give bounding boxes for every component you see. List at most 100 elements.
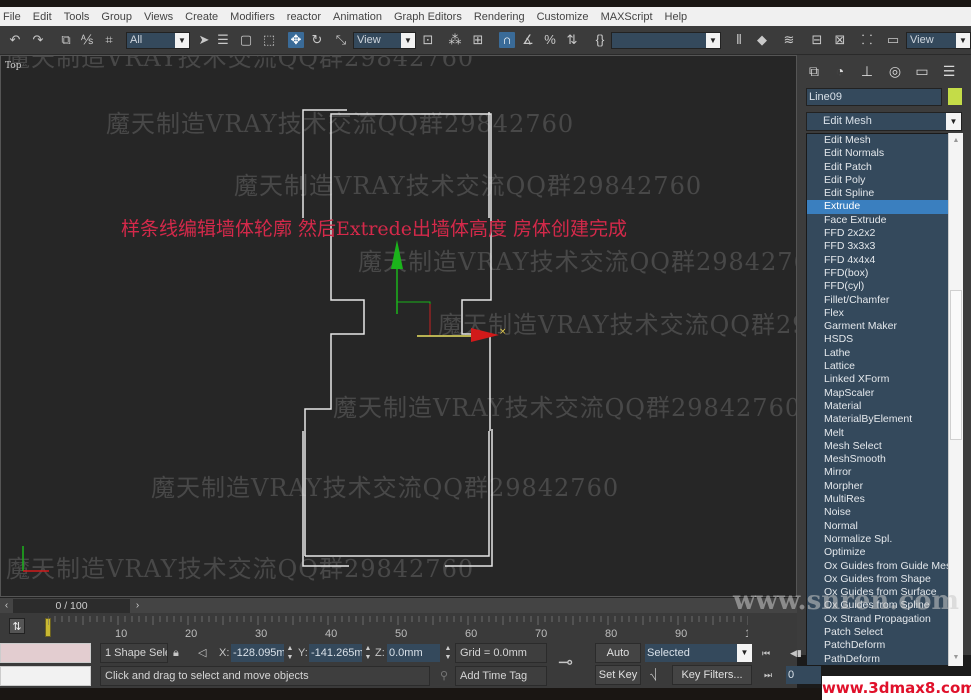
scroll-thumb[interactable]: [950, 290, 962, 440]
menu-maxscript[interactable]: MAXScript: [601, 11, 653, 23]
render-scene-icon[interactable]: ▭: [885, 32, 901, 48]
region-select-icon[interactable]: ▢: [238, 32, 254, 48]
align-icon[interactable]: ◆: [754, 32, 770, 48]
auto-key-button[interactable]: Auto Key: [595, 643, 641, 677]
create-tab-icon[interactable]: ⧉: [803, 61, 825, 81]
modifier-option[interactable]: Mirror: [807, 466, 962, 479]
track-bar[interactable]: ⇅ 10 20 30 40 50 60 70 80 90 100: [0, 613, 797, 641]
modifier-option[interactable]: Mesh Select: [807, 440, 962, 453]
reference-coord-dropdown[interactable]: View ▼: [353, 32, 416, 49]
hierarchy-tab-icon[interactable]: ⊥: [856, 61, 878, 81]
key-mode-dropdown[interactable]: Selected ▼: [645, 644, 752, 662]
object-color-swatch[interactable]: [948, 88, 962, 105]
menu-edit[interactable]: Edit: [33, 11, 52, 23]
modifier-list-dropdown[interactable]: Edit Mesh ▼: [806, 112, 962, 131]
modifier-option[interactable]: MapScaler: [807, 387, 962, 400]
time-slider[interactable]: ‹ 0 / 100 ›: [0, 597, 797, 613]
modifier-option[interactable]: FFD(box): [807, 267, 962, 280]
modifier-option[interactable]: Noise: [807, 506, 962, 519]
modifier-option[interactable]: FFD 3x3x3: [807, 240, 962, 253]
viewport-top[interactable]: Top 魔天制造VRAY技术交流QQ群29842760 魔天制造VRAY技术交流…: [0, 55, 797, 597]
modifier-option[interactable]: FFD 2x2x2: [807, 227, 962, 240]
unlink-icon[interactable]: ⅍: [79, 32, 95, 48]
modifier-option[interactable]: Edit Mesh: [807, 134, 962, 147]
modifier-option[interactable]: Flex: [807, 307, 962, 320]
menu-create[interactable]: Create: [185, 11, 218, 23]
edit-named-selection-icon[interactable]: {}: [592, 32, 608, 48]
absolute-mode-icon[interactable]: ◁: [198, 644, 206, 662]
modifier-option[interactable]: PatchDeform: [807, 639, 962, 652]
select-object-icon[interactable]: ➤: [196, 32, 212, 48]
modifier-option[interactable]: Face Extrude: [807, 214, 962, 227]
time-tag-icon[interactable]: ⚲: [440, 667, 448, 685]
selection-filter-dropdown[interactable]: All ▼: [126, 32, 190, 49]
modifier-option[interactable]: MeshSmooth: [807, 453, 962, 466]
menu-graph-editors[interactable]: Graph Editors: [394, 11, 462, 23]
modifier-option[interactable]: Linked XForm: [807, 373, 962, 386]
add-time-tag-button[interactable]: Add Time Tag: [455, 666, 547, 686]
set-key-mode-icon[interactable]: ⊸: [558, 653, 573, 671]
y-coordinate-field[interactable]: -141.265mi: [309, 644, 362, 662]
render-view-dropdown[interactable]: View ▼: [906, 32, 971, 49]
maxscript-listener-output[interactable]: [0, 666, 91, 686]
modifier-option[interactable]: Lathe: [807, 347, 962, 360]
maxscript-listener-input[interactable]: [0, 643, 91, 663]
menu-animation[interactable]: Animation: [333, 11, 382, 23]
modifier-option[interactable]: Optimize: [807, 546, 962, 559]
menu-tools[interactable]: Tools: [64, 11, 90, 23]
scroll-down-icon[interactable]: ▼: [949, 652, 963, 664]
manipulate-icon[interactable]: ⁂: [447, 32, 463, 48]
mirror-icon[interactable]: ⫴: [731, 32, 747, 48]
menu-file[interactable]: File: [3, 11, 21, 23]
current-frame-field[interactable]: 0: [786, 666, 821, 684]
snap-3d-icon[interactable]: ∩: [499, 32, 515, 48]
modifier-option[interactable]: HSDS: [807, 333, 962, 346]
redo-icon[interactable]: ↷: [30, 32, 46, 48]
previous-frame-button[interactable]: ‹: [0, 599, 13, 613]
material-editor-icon[interactable]: ⸬: [859, 32, 875, 48]
z-coordinate-field[interactable]: 0.0mm: [387, 644, 440, 662]
modifier-option[interactable]: Extrude: [807, 200, 962, 214]
undo-icon[interactable]: ↶: [7, 32, 23, 48]
time-slider-thumb[interactable]: 0 / 100: [13, 599, 130, 613]
modifier-option[interactable]: PathDeform: [807, 653, 962, 665]
next-frame-button[interactable]: ›: [131, 599, 144, 613]
named-selection-dropdown[interactable]: ▼: [611, 32, 721, 49]
object-name-field[interactable]: Line09: [806, 88, 942, 106]
select-scale-icon[interactable]: ⤡: [333, 32, 349, 48]
motion-tab-icon[interactable]: ◎: [884, 61, 906, 81]
set-key-button[interactable]: Set Key: [595, 665, 641, 685]
modifier-option[interactable]: Edit Normals: [807, 147, 962, 160]
modifier-option[interactable]: Edit Patch: [807, 161, 962, 174]
modifier-option[interactable]: Normal: [807, 520, 962, 533]
scroll-up-icon[interactable]: ▲: [949, 135, 963, 147]
go-to-start-icon[interactable]: ⏮: [762, 644, 770, 662]
modifier-option[interactable]: Ox Guides from Guide Mesh: [807, 560, 962, 573]
previous-key-icon[interactable]: ◀▮: [790, 644, 802, 662]
bind-space-warp-icon[interactable]: ⌗: [101, 32, 117, 48]
select-rotate-icon[interactable]: ↻: [309, 32, 325, 48]
select-by-name-icon[interactable]: ☰: [215, 32, 231, 48]
schematic-view-icon[interactable]: ⊠: [832, 32, 848, 48]
modifier-option[interactable]: Normalize Spl.: [807, 533, 962, 546]
z-spinner[interactable]: ▲ ▼: [444, 644, 452, 662]
menu-views[interactable]: Views: [144, 11, 173, 23]
percent-snap-icon[interactable]: %: [542, 32, 558, 48]
key-filters-button[interactable]: Key Filters...: [672, 665, 752, 685]
modifier-option[interactable]: Edit Spline: [807, 187, 962, 200]
utilities-tab-icon[interactable]: ☰: [938, 61, 960, 81]
y-spinner[interactable]: ▲ ▼: [364, 644, 372, 662]
modify-tab-icon[interactable]: ◔: [829, 61, 851, 81]
x-coordinate-field[interactable]: -128.095mi: [231, 644, 284, 662]
menu-group[interactable]: Group: [101, 11, 132, 23]
display-tab-icon[interactable]: ▭: [911, 61, 933, 81]
angle-snap-icon[interactable]: ∡: [520, 32, 536, 48]
lock-selection-icon[interactable]: 🔒︎: [173, 644, 179, 662]
modifier-option[interactable]: FFD 4x4x4: [807, 254, 962, 267]
window-crossing-icon[interactable]: ⬚: [261, 32, 277, 48]
modifier-option[interactable]: Material: [807, 400, 962, 413]
pivot-center-icon[interactable]: ⊡: [420, 32, 436, 48]
menu-reactor[interactable]: reactor: [287, 11, 321, 23]
x-spinner[interactable]: ▲ ▼: [286, 644, 294, 662]
modifier-option[interactable]: Edit Poly: [807, 174, 962, 187]
